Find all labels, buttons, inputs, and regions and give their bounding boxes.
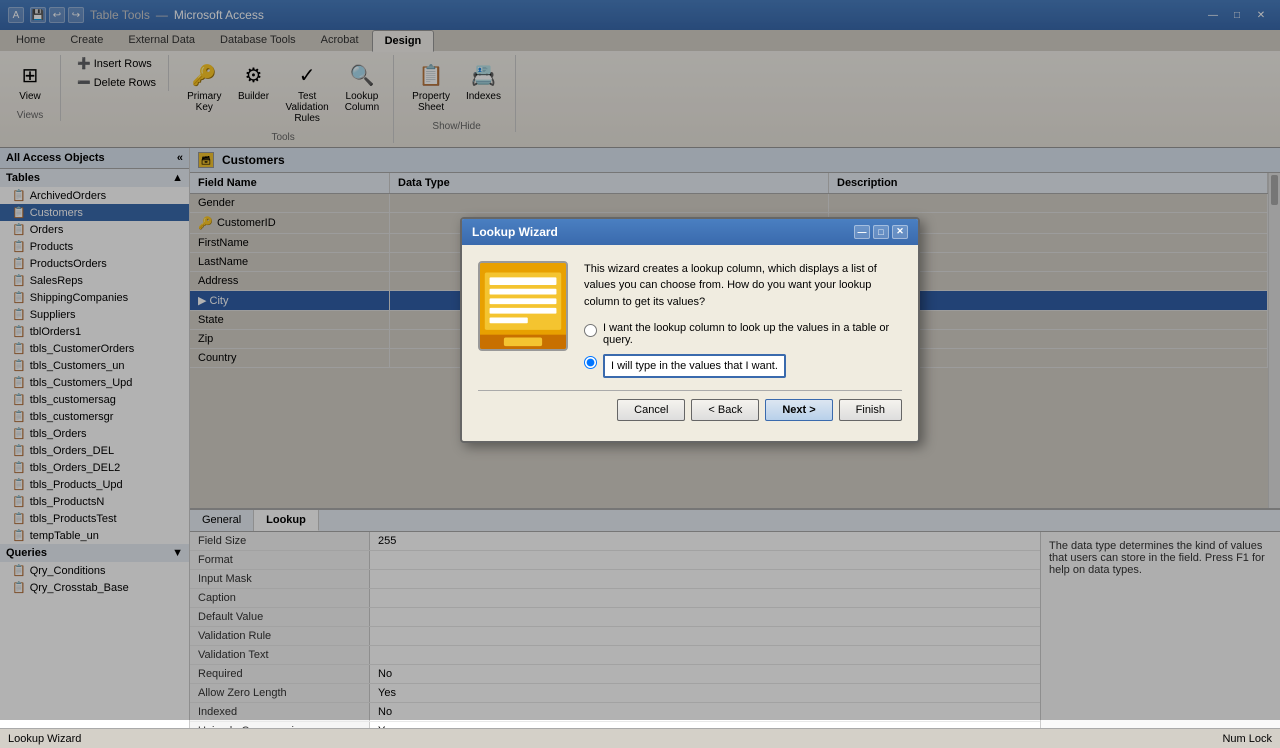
dialog-minimize[interactable]: — bbox=[854, 225, 870, 239]
dialog-title-bar: Lookup Wizard — □ ✕ bbox=[462, 219, 918, 245]
dialog-maximize[interactable]: □ bbox=[873, 225, 889, 239]
prop-unicodecompression-label: Unicode Compression bbox=[190, 722, 370, 728]
dialog-body: This wizard creates a lookup column, whi… bbox=[462, 245, 918, 442]
radio-option-type: I will type in the values that I want. bbox=[584, 354, 902, 378]
status-text: Lookup Wizard bbox=[8, 733, 81, 745]
radio-option-table: I want the lookup column to look up the … bbox=[584, 322, 902, 346]
dialog-close-icon[interactable]: ✕ bbox=[892, 225, 908, 239]
lookup-wizard-dialog: Lookup Wizard — □ ✕ bbox=[460, 217, 920, 444]
dialog-options: I want the lookup column to look up the … bbox=[584, 322, 902, 378]
dialog-divider bbox=[478, 390, 902, 391]
dialog-text-area: This wizard creates a lookup column, whi… bbox=[584, 261, 902, 379]
radio-type-values-label: I will type in the values that I want. bbox=[611, 360, 778, 372]
dialog-title: Lookup Wizard bbox=[472, 225, 558, 239]
dialog-buttons: Cancel < Back Next > Finish bbox=[478, 399, 902, 425]
radio-table-query[interactable] bbox=[584, 324, 597, 337]
wizard-illustration bbox=[478, 261, 568, 351]
finish-button[interactable]: Finish bbox=[839, 399, 902, 421]
selected-option-box: I will type in the values that I want. bbox=[603, 354, 786, 378]
prop-unicodecompression-value[interactable]: Yes bbox=[370, 722, 1040, 728]
radio-table-query-label: I want the lookup column to look up the … bbox=[603, 322, 902, 346]
next-button[interactable]: Next > bbox=[765, 399, 832, 421]
status-bar: Lookup Wizard Num Lock bbox=[0, 728, 1280, 748]
numlock-indicator: Num Lock bbox=[1222, 733, 1272, 745]
back-button[interactable]: < Back bbox=[691, 399, 759, 421]
cancel-button[interactable]: Cancel bbox=[617, 399, 685, 421]
dialog-overlay: Lookup Wizard — □ ✕ bbox=[0, 0, 1280, 720]
wizard-intro-text: This wizard creates a lookup column, whi… bbox=[584, 261, 902, 311]
dialog-content: This wizard creates a lookup column, whi… bbox=[478, 261, 902, 379]
prop-unicodecompression: Unicode Compression Yes bbox=[190, 722, 1040, 728]
radio-type-values[interactable] bbox=[584, 356, 597, 369]
